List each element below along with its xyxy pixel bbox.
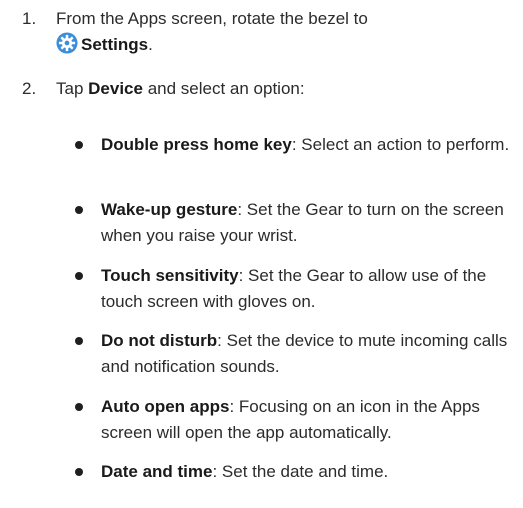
bullet-dot <box>75 272 83 280</box>
bullet-text: Date and time: Set the date and time. <box>101 459 511 485</box>
settings-gear-icon <box>56 32 78 54</box>
bullet-dot <box>75 468 83 476</box>
step-text: Tap <box>56 79 89 98</box>
step-body: From the Apps screen, rotate the bezel t… <box>56 6 496 58</box>
bullet-text: Double press home key: Select an action … <box>101 132 511 158</box>
option-term: Auto open apps <box>101 397 230 416</box>
option-desc: : Set the date and time. <box>212 462 389 481</box>
bullet-text: Wake-up gesture: Set the Gear to turn on… <box>101 197 511 249</box>
bullet-dot <box>75 403 83 411</box>
option-desc: : Select an action to perform. <box>291 135 510 154</box>
option-term: Double press home key <box>101 135 292 154</box>
instructions-page: 1. From the Apps screen, rotate the beze… <box>0 0 523 508</box>
bullet-dot <box>75 206 83 214</box>
step-number: 2. <box>22 79 37 98</box>
step-body: Tap Device and select an option: <box>56 76 496 102</box>
step-text-line2: Settings. <box>56 32 496 58</box>
settings-label: Settings <box>81 35 149 54</box>
step-text-end: and select an option: <box>142 79 305 98</box>
device-label: Device <box>88 79 143 98</box>
bullet-text: Do not disturb: Set the device to mute i… <box>101 328 511 380</box>
step-text: From the Apps screen, rotate the bezel t… <box>56 9 368 28</box>
option-term: Date and time <box>101 462 213 481</box>
option-term: Do not disturb <box>101 331 218 350</box>
bullet-text: Touch sensitivity: Set the Gear to allow… <box>101 263 511 315</box>
option-term: Wake-up gesture <box>101 200 238 219</box>
bullet-text: Auto open apps: Focusing on an icon in t… <box>101 394 511 446</box>
step-number: 1. <box>22 9 37 28</box>
bullet-dot <box>75 141 83 149</box>
bullet-dot <box>75 337 83 345</box>
step-text-end: . <box>148 35 153 54</box>
option-term: Touch sensitivity <box>101 266 239 285</box>
